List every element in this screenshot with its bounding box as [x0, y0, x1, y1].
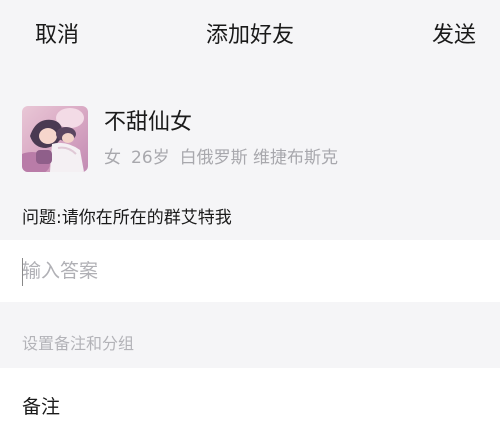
page-title: 添加好友 [205, 23, 294, 48]
avatar[interactable] [22, 106, 88, 172]
send-button[interactable]: 发送 [432, 20, 476, 52]
remark-row[interactable]: 备注 [0, 368, 500, 436]
add-friend-screen: 取消 添加好友 发送 不甜仙女 女 26岁 白俄罗斯 维捷布斯克 问题:请你在所… [0, 0, 500, 436]
profile-name: 不甜仙女 [104, 110, 193, 135]
avatar-illustration-icon [22, 106, 88, 172]
answer-row [0, 240, 500, 302]
profile-card: 不甜仙女 女 26岁 白俄罗斯 维捷布斯克 [0, 100, 500, 180]
answer-input[interactable] [22, 253, 472, 289]
profile-age: 26岁 [131, 148, 170, 168]
verification-question: 问题:请你在所在的群艾特我 [22, 208, 232, 228]
navigation-bar: 取消 添加好友 发送 [0, 0, 500, 72]
profile-meta: 女 26岁 白俄罗斯 维捷布斯克 [104, 146, 348, 170]
profile-gender: 女 [104, 148, 121, 168]
profile-location: 白俄罗斯 维捷布斯克 [179, 148, 339, 168]
remark-label: 备注 [22, 396, 61, 418]
text-cursor [22, 258, 23, 286]
remark-section-header: 设置备注和分组 [22, 334, 135, 353]
